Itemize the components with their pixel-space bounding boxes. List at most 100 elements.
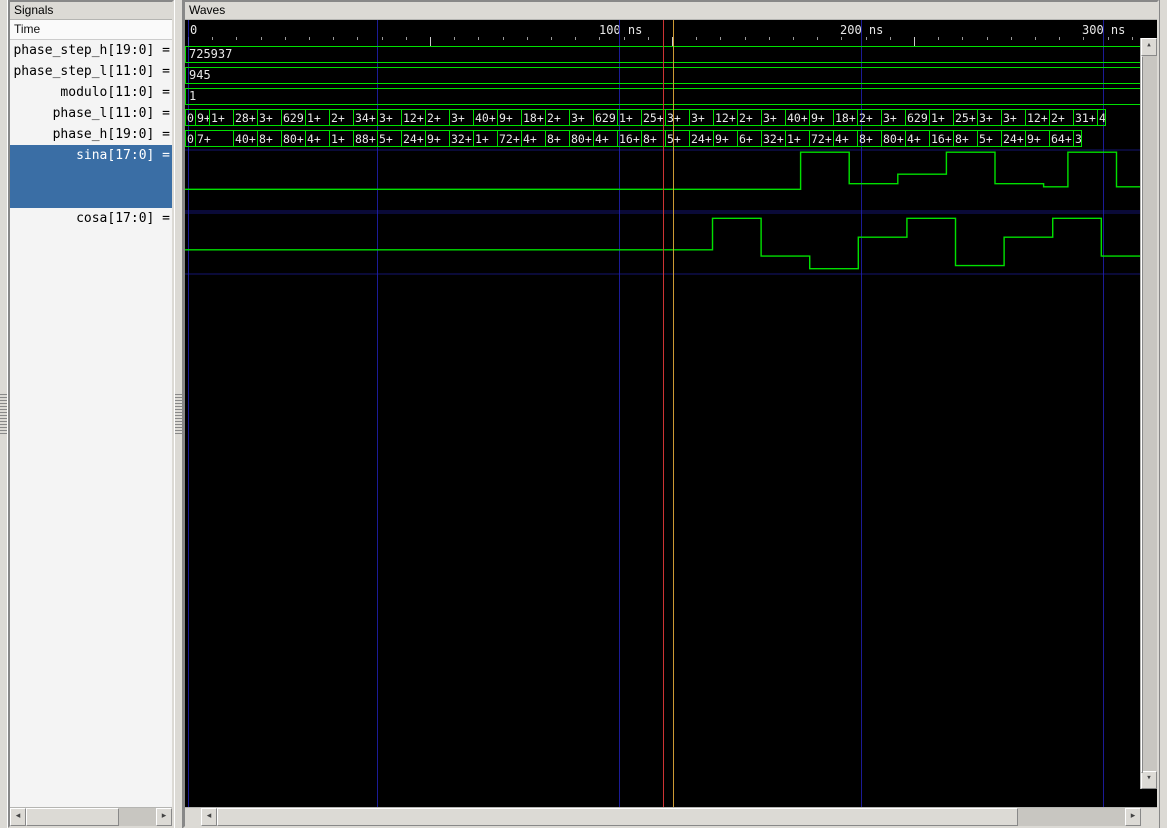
wave-track-seq[interactable]: 07+40+8+80+4+1+88+5+24+9+32+1+72+4+8+80+…	[185, 128, 1157, 149]
bus-segment-value: 3+	[882, 111, 897, 125]
left-gutter	[0, 0, 8, 828]
scroll-thumb[interactable]	[1141, 56, 1143, 773]
tick-minor	[1132, 37, 1133, 40]
signals-hscrollbar[interactable]: ◂ ▸	[10, 807, 172, 826]
scroll-track[interactable]	[217, 808, 1125, 826]
tick-minor	[333, 37, 334, 40]
tick-minor	[406, 37, 407, 40]
time-header-row[interactable]: Time	[10, 20, 172, 40]
bus-segment-value: 8+	[642, 132, 657, 146]
signal-row[interactable]: modulo[11:0] =	[10, 82, 172, 103]
scroll-down-icon[interactable]: ▾	[1141, 771, 1157, 789]
bus-segment: 16+	[617, 130, 642, 147]
scroll-thumb[interactable]	[26, 808, 119, 826]
bus-segment: 4+	[593, 130, 618, 147]
signal-row[interactable]: phase_step_l[11:0] =	[10, 61, 172, 82]
panel-splitter[interactable]	[174, 0, 183, 828]
bus-segment-value: 1+	[330, 132, 345, 146]
bus-segment: 9+	[195, 109, 210, 126]
bus-segment-value: 3+	[690, 111, 705, 125]
bus-segment-value: 25+	[642, 111, 664, 125]
bus-segment: 18+	[833, 109, 858, 126]
scroll-up-icon[interactable]: ▴	[1141, 38, 1157, 56]
signal-row[interactable]: phase_step_h[19:0] =	[10, 40, 172, 61]
bus-segment-value: 3	[1074, 132, 1082, 146]
waves-canvas[interactable]: 0100 ns200 ns300 ns 725937945109+1+28+3+…	[185, 20, 1157, 807]
bus-segment-value: 8+	[858, 132, 873, 146]
signal-row[interactable]: phase_l[11:0] =	[10, 103, 172, 124]
bus-segment-value: 2+	[738, 111, 753, 125]
scroll-left-icon[interactable]: ◂	[201, 808, 217, 826]
bus-segment: 6+	[737, 130, 762, 147]
signal-row[interactable]: sina[17:0] =	[10, 145, 172, 208]
scroll-right-icon[interactable]: ▸	[156, 808, 172, 826]
bus-segment: 24+	[401, 130, 426, 147]
marker-primary[interactable]	[663, 20, 664, 807]
scroll-right-icon[interactable]: ▸	[1125, 808, 1141, 826]
bus-segment: 1+	[305, 109, 330, 126]
signals-list[interactable]: Time phase_step_h[19:0] =phase_step_l[11…	[10, 20, 172, 807]
bus-segment: 9+	[713, 130, 738, 147]
waves-vscrollbar[interactable]: ▴ ▾	[1140, 38, 1157, 789]
signal-row[interactable]: phase_h[19:0] =	[10, 124, 172, 145]
marker-secondary[interactable]	[673, 20, 674, 807]
bus-segment: 18+	[521, 109, 546, 126]
bus-value: 725937	[189, 47, 232, 61]
signal-row[interactable]: cosa[17:0] =	[10, 208, 172, 271]
bus-segment-value: 24+	[690, 132, 712, 146]
wave-track-bus[interactable]: 945	[185, 65, 1157, 86]
bus-segment-value: 8+	[954, 132, 969, 146]
bus-segment: 40+	[473, 109, 498, 126]
bus-segment-value: 3+	[1002, 111, 1017, 125]
scroll-left-icon[interactable]: ◂	[10, 808, 26, 826]
bus-segment: 5+	[665, 130, 690, 147]
bus-segment: 8+	[953, 130, 978, 147]
bus-segment: 2+	[737, 109, 762, 126]
tick-minor	[478, 37, 479, 40]
bus-segment: 9+	[497, 109, 522, 126]
waves-hscrollbar[interactable]: ◂ ▸	[185, 807, 1157, 826]
bus-segment-value: 3+	[450, 111, 465, 125]
bus-segment: 72+	[497, 130, 522, 147]
bus-segment: 5+	[977, 130, 1002, 147]
bus-segment: 1+	[209, 109, 234, 126]
bus-segment: 9+	[809, 109, 834, 126]
tick-minor	[745, 37, 746, 40]
waves-header: Waves	[185, 2, 1157, 20]
bus-segment-value: 3+	[762, 111, 777, 125]
wave-track-bus[interactable]: 1	[185, 86, 1157, 107]
tick-minor	[575, 37, 576, 40]
scroll-track[interactable]	[1141, 56, 1157, 771]
tick-minor	[1035, 37, 1036, 40]
scroll-thumb[interactable]	[217, 808, 1018, 826]
bus-segment: 8+	[857, 130, 882, 147]
grip-icon	[175, 394, 182, 434]
wave-track-seq[interactable]: 09+1+28+3+6291+2+34+3+12+2+3+40+9+18+2+3…	[185, 107, 1157, 128]
bus-segment: 72+	[809, 130, 834, 147]
bus-segment-value: 80+	[282, 132, 304, 146]
tick-minor	[599, 37, 600, 40]
bus-segment: 8+	[545, 130, 570, 147]
bus-segment-value: 3+	[978, 111, 993, 125]
bus-segment-value: 9+	[498, 111, 513, 125]
scroll-track[interactable]	[26, 808, 156, 826]
bus-segment-value: 1+	[210, 111, 225, 125]
bus-segment: 34+	[353, 109, 378, 126]
bus-segment: 9+	[1025, 130, 1050, 147]
wave-track-analog[interactable]	[185, 149, 1157, 212]
bus-segment-value: 64+	[1050, 132, 1072, 146]
tick-minor	[357, 37, 358, 40]
bus-segment-value: 4+	[906, 132, 921, 146]
bus-segment: 12+	[1025, 109, 1050, 126]
axis-label: 100 ns	[599, 23, 642, 37]
tick-minor	[527, 37, 528, 40]
wave-track-bus[interactable]: 725937	[185, 44, 1157, 65]
bus-segment-value: 629	[906, 111, 928, 125]
bus-segment-value: 4+	[522, 132, 537, 146]
tick-minor	[890, 37, 891, 40]
tick-minor	[382, 37, 383, 40]
tick-minor	[793, 37, 794, 40]
bus-segment: 16+	[929, 130, 954, 147]
tick-minor	[841, 37, 842, 40]
wave-track-analog[interactable]	[185, 212, 1157, 275]
